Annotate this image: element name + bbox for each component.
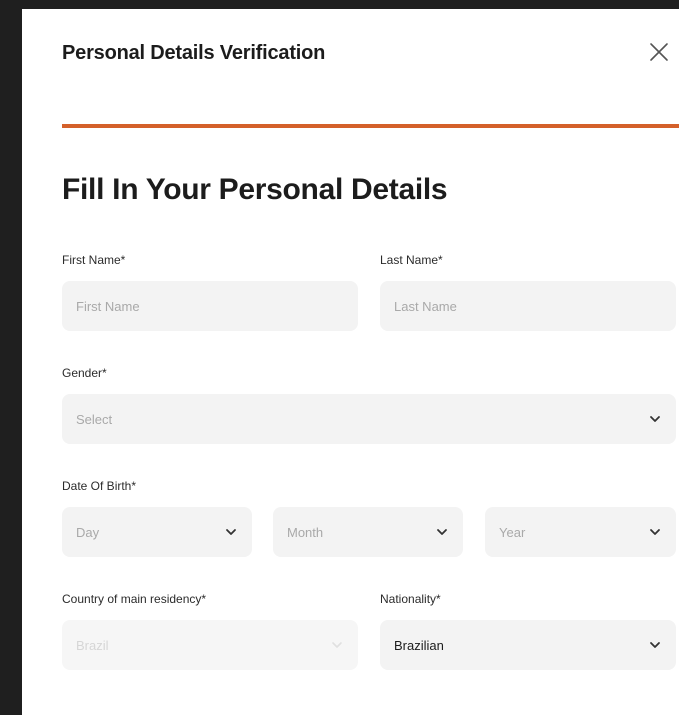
gender-select[interactable]: Select bbox=[62, 394, 676, 444]
gender-label: Gender* bbox=[62, 366, 107, 380]
section-heading: Fill In Your Personal Details bbox=[62, 173, 448, 206]
first-name-label: First Name* bbox=[62, 253, 126, 267]
gender-placeholder: Select bbox=[76, 411, 113, 427]
close-button[interactable] bbox=[647, 40, 671, 64]
dob-day-select[interactable]: Day bbox=[62, 507, 252, 557]
dob-year-select[interactable]: Year bbox=[485, 507, 676, 557]
progress-fill bbox=[62, 124, 679, 128]
dob-day-placeholder: Day bbox=[76, 524, 100, 540]
nationality-label: Nationality* bbox=[380, 592, 441, 606]
first-name-input[interactable]: First Name bbox=[62, 281, 358, 331]
chevron-down-icon bbox=[650, 529, 660, 535]
dob-label: Date Of Birth* bbox=[62, 479, 137, 493]
nationality-select[interactable]: Brazilian bbox=[380, 620, 676, 670]
modal-title: Personal Details Verification bbox=[62, 42, 326, 64]
chevron-down-icon bbox=[650, 642, 660, 648]
dob-month-select[interactable]: Month bbox=[273, 507, 463, 557]
dob-year-placeholder: Year bbox=[499, 524, 526, 540]
last-name-placeholder: Last Name bbox=[394, 298, 457, 314]
progress-bar bbox=[62, 124, 679, 128]
chevron-down-icon bbox=[650, 416, 660, 422]
chevron-down-icon bbox=[332, 642, 342, 648]
last-name-label: Last Name* bbox=[380, 253, 443, 267]
verification-modal: Personal Details Verification Fill In Yo… bbox=[22, 9, 679, 715]
country-label: Country of main residency* bbox=[62, 592, 207, 606]
country-select: Brazil bbox=[62, 620, 358, 670]
first-name-placeholder: First Name bbox=[76, 298, 140, 314]
dob-month-placeholder: Month bbox=[287, 524, 324, 540]
close-icon bbox=[650, 43, 668, 61]
nationality-value: Brazilian bbox=[394, 637, 444, 653]
last-name-input[interactable]: Last Name bbox=[380, 281, 676, 331]
country-value: Brazil bbox=[76, 637, 109, 653]
chevron-down-icon bbox=[226, 529, 236, 535]
chevron-down-icon bbox=[437, 529, 447, 535]
